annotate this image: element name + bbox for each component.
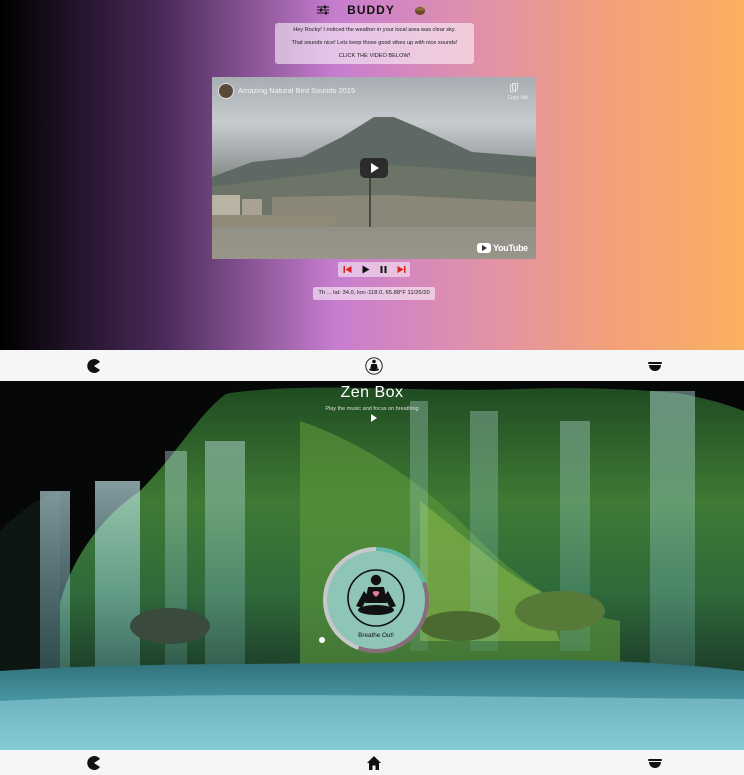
nav-sounds-button[interactable] [647,358,663,374]
breath-indicator-dot [319,637,325,643]
bottom-nav [0,750,744,775]
skip-back-icon[interactable] [343,265,352,274]
breath-instruction: Breathe Out! [358,632,394,639]
player-controls [338,262,410,277]
play-icon[interactable] [361,265,370,274]
skip-forward-icon[interactable] [397,265,406,274]
video-play-button[interactable] [360,158,388,178]
header-row: BUDDY [0,2,744,18]
copy-link-label[interactable]: Copy link [507,95,528,101]
zen-title: Zen Box [340,384,404,401]
buddy-section: BUDDY Hey Rocky! I noticed the weather i… [0,0,744,350]
channel-avatar[interactable] [218,83,234,99]
sliders-icon[interactable] [317,5,330,15]
zen-subtitle: Play the music and focus on breathing [325,406,419,412]
youtube-play-icon [476,243,491,253]
nav-game-button[interactable] [86,358,102,374]
singing-bowl-icon[interactable] [413,4,427,16]
message-line: Hey Rocky! I noticed the weather in your… [293,27,456,33]
meditation-icon [365,356,383,375]
location-weather-status: Th ... lat: 34.0, lon:-118.0, 65.88°F 11… [313,287,435,300]
youtube-video[interactable]: Amazing Natural Bird Sounds 2015 Copy li… [212,77,536,259]
section-nav [0,350,744,381]
zen-box-section: Zen Box Play the music and focus on brea… [0,381,744,750]
copy-link-icon[interactable] [510,83,518,92]
nav-sounds-button[interactable] [647,755,663,771]
weather-message: Hey Rocky! I noticed the weather in your… [275,23,474,64]
home-icon [367,755,381,770]
bowl-icon [648,758,662,768]
pacman-icon [87,358,100,373]
youtube-wordmark: YouTube [492,243,528,253]
nav-home-button[interactable] [366,755,382,771]
video-title[interactable]: Amazing Natural Bird Sounds 2015 [238,86,355,95]
app-title: BUDDY [347,3,395,17]
nav-zen-button[interactable] [365,356,383,375]
message-cta: CLICK THE VIDEO BELOW! [338,53,411,59]
youtube-logo[interactable]: YouTube [476,243,528,253]
bowl-icon [648,361,662,371]
meditation-figure-icon [347,569,405,627]
zen-play-icon[interactable] [371,414,377,422]
nav-game-button[interactable] [86,755,102,771]
message-line: That sounds nice! Lets keep those good v… [291,40,458,46]
pacman-icon [87,755,100,770]
pause-icon[interactable] [379,265,388,274]
